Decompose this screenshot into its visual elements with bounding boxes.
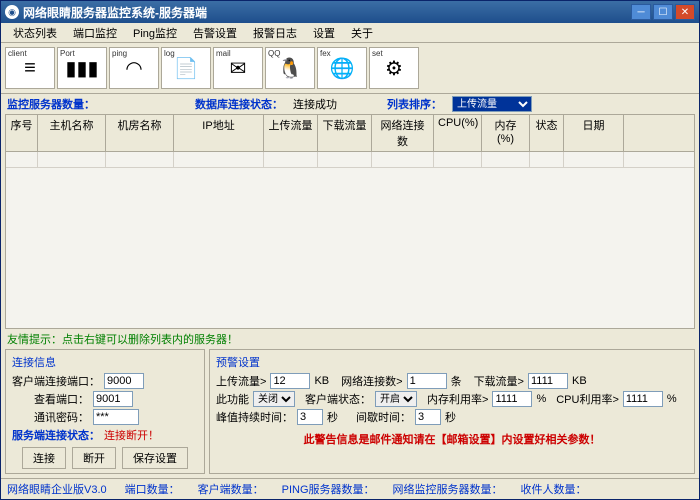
monitor-count-label: 监控服务器数量： [7, 96, 95, 112]
col-date[interactable]: 日期 [564, 115, 624, 151]
srv-status-value: 连接断开！ [104, 427, 159, 443]
disconnect-button[interactable]: 断开 [72, 447, 116, 469]
col-room[interactable]: 机房名称 [106, 115, 174, 151]
statusbar: 网络眼睛企业版V3.0 端口数量： 客户端数量： PING服务器数量： 网络监控… [1, 478, 699, 499]
down-label: 下载流量> [474, 373, 524, 389]
func-select[interactable]: 关闭 [253, 391, 295, 407]
col-up[interactable]: 上传流量 [264, 115, 318, 151]
tool-mail[interactable]: mail✉ [213, 47, 263, 89]
gap-input[interactable] [415, 409, 441, 425]
col-mem[interactable]: 内存(%) [482, 115, 530, 151]
menu-port[interactable]: 端口监控 [65, 23, 125, 43]
mem-label: 内存利用率> [427, 391, 488, 407]
func-label: 此功能 [216, 391, 249, 407]
app-window: ◉ 网络眼睛服务器监控系统-服务器端 ─ ☐ ✕ 状态列表 端口监控 Ping监… [0, 0, 700, 500]
col-conn[interactable]: 网络连接数 [372, 115, 434, 151]
tool-set[interactable]: set⚙ [369, 47, 419, 89]
port-label: 客户端连接端口： [12, 373, 100, 389]
cpu-label: CPU利用率> [556, 391, 619, 407]
srv-status-label: 服务端连接状态： [12, 427, 100, 443]
peak-input[interactable] [297, 409, 323, 425]
conn-input[interactable] [407, 373, 447, 389]
down-input[interactable] [528, 373, 568, 389]
client-port-input[interactable] [104, 373, 144, 389]
globe-icon: 🌐 [330, 56, 355, 81]
table-row[interactable] [6, 152, 694, 168]
client-select[interactable]: 开启 [375, 391, 417, 407]
app-icon: ◉ [5, 5, 19, 19]
hint-text: 友情提示：点击右键可以删除列表内的服务器！ [1, 329, 699, 349]
status-row: 监控服务器数量： 数据库连接状态： 连接成功 列表排序： 上传流量 [1, 94, 699, 114]
col-index[interactable]: 序号 [6, 115, 38, 151]
tool-ping[interactable]: ping◠ [109, 47, 159, 89]
maximize-button[interactable]: ☐ [653, 4, 673, 20]
alarm-warning: 此警告信息是邮件通知请在【邮箱设置】内设置好相关参数！ [304, 431, 601, 447]
sort-select[interactable]: 上传流量 [452, 96, 532, 112]
mail-icon: ✉ [230, 56, 247, 81]
col-cpu[interactable]: CPU(%) [434, 115, 482, 151]
gear-icon: ⚙ [385, 56, 403, 81]
cloud-icon: ◠ [125, 56, 142, 81]
tool-client[interactable]: client≡ [5, 47, 55, 89]
col-host[interactable]: 主机名称 [38, 115, 106, 151]
tool-qq[interactable]: QQ🐧 [265, 47, 315, 89]
peak-label: 峰值持续时间： [216, 409, 293, 425]
col-status[interactable]: 状态 [530, 115, 564, 151]
up-label: 上传流量> [216, 373, 266, 389]
alarm-title: 预警设置 [216, 354, 688, 370]
alarm-panel: 预警设置 上传流量>KB 网络连接数>条 下载流量>KB 此功能关闭 客户端状态… [209, 349, 695, 474]
port-icon: ▮▮▮ [65, 56, 98, 81]
minimize-button[interactable]: ─ [631, 4, 651, 20]
window-title: 网络眼睛服务器监控系统-服务器端 [23, 4, 631, 21]
view-label: 查看端口： [34, 391, 89, 407]
version-label: 网络眼睛企业版V3.0 [7, 481, 107, 497]
footer-net: 网络监控服务器数量： [393, 481, 503, 497]
footer-port: 端口数量： [125, 481, 180, 497]
save-settings-button[interactable]: 保存设置 [122, 447, 188, 469]
menu-ping[interactable]: Ping监控 [125, 23, 185, 43]
col-down[interactable]: 下载流量 [318, 115, 372, 151]
sort-label: 列表排序： [387, 96, 442, 112]
grid-body[interactable] [6, 152, 694, 329]
view-port-input[interactable] [93, 391, 133, 407]
password-input[interactable] [93, 409, 139, 425]
footer-recv: 收件人数量： [521, 481, 587, 497]
tool-fex[interactable]: fex🌐 [317, 47, 367, 89]
server-grid[interactable]: 序号 主机名称 机房名称 IP地址 上传流量 下载流量 网络连接数 CPU(%)… [5, 114, 695, 329]
col-ip[interactable]: IP地址 [174, 115, 264, 151]
qq-icon: 🐧 [278, 56, 303, 81]
menu-alarm[interactable]: 告警设置 [185, 23, 245, 43]
close-button[interactable]: ✕ [675, 4, 695, 20]
bars-icon: ≡ [24, 57, 36, 80]
menu-log[interactable]: 报警日志 [245, 23, 305, 43]
pwd-label: 通讯密码： [34, 409, 89, 425]
menu-settings[interactable]: 设置 [305, 23, 343, 43]
up-input[interactable] [270, 373, 310, 389]
connection-panel: 连接信息 客户端连接端口： 查看端口： 通讯密码： 服务端连接状态：连接断开！ … [5, 349, 205, 474]
client-label: 客户端状态： [305, 391, 371, 407]
tool-log[interactable]: log📄 [161, 47, 211, 89]
cpu-input[interactable] [623, 391, 663, 407]
connect-button[interactable]: 连接 [22, 447, 66, 469]
log-icon: 📄 [174, 56, 199, 81]
conn-title: 连接信息 [12, 354, 198, 370]
gap-label: 间歇时间： [356, 409, 411, 425]
conn-label: 网络连接数> [341, 373, 402, 389]
toolbar: client≡ Port▮▮▮ ping◠ log📄 mail✉ QQ🐧 fex… [1, 43, 699, 94]
titlebar: ◉ 网络眼睛服务器监控系统-服务器端 ─ ☐ ✕ [1, 1, 699, 23]
menu-about[interactable]: 关于 [343, 23, 381, 43]
grid-header: 序号 主机名称 机房名称 IP地址 上传流量 下载流量 网络连接数 CPU(%)… [6, 115, 694, 152]
mem-input[interactable] [492, 391, 532, 407]
footer-ping: PING服务器数量： [282, 481, 375, 497]
db-status-value: 连接成功 [293, 96, 337, 112]
tool-port[interactable]: Port▮▮▮ [57, 47, 107, 89]
footer-client: 客户端数量： [198, 481, 264, 497]
menubar: 状态列表 端口监控 Ping监控 告警设置 报警日志 设置 关于 [1, 23, 699, 43]
menu-status[interactable]: 状态列表 [5, 23, 65, 43]
db-status-label: 数据库连接状态： [195, 96, 283, 112]
